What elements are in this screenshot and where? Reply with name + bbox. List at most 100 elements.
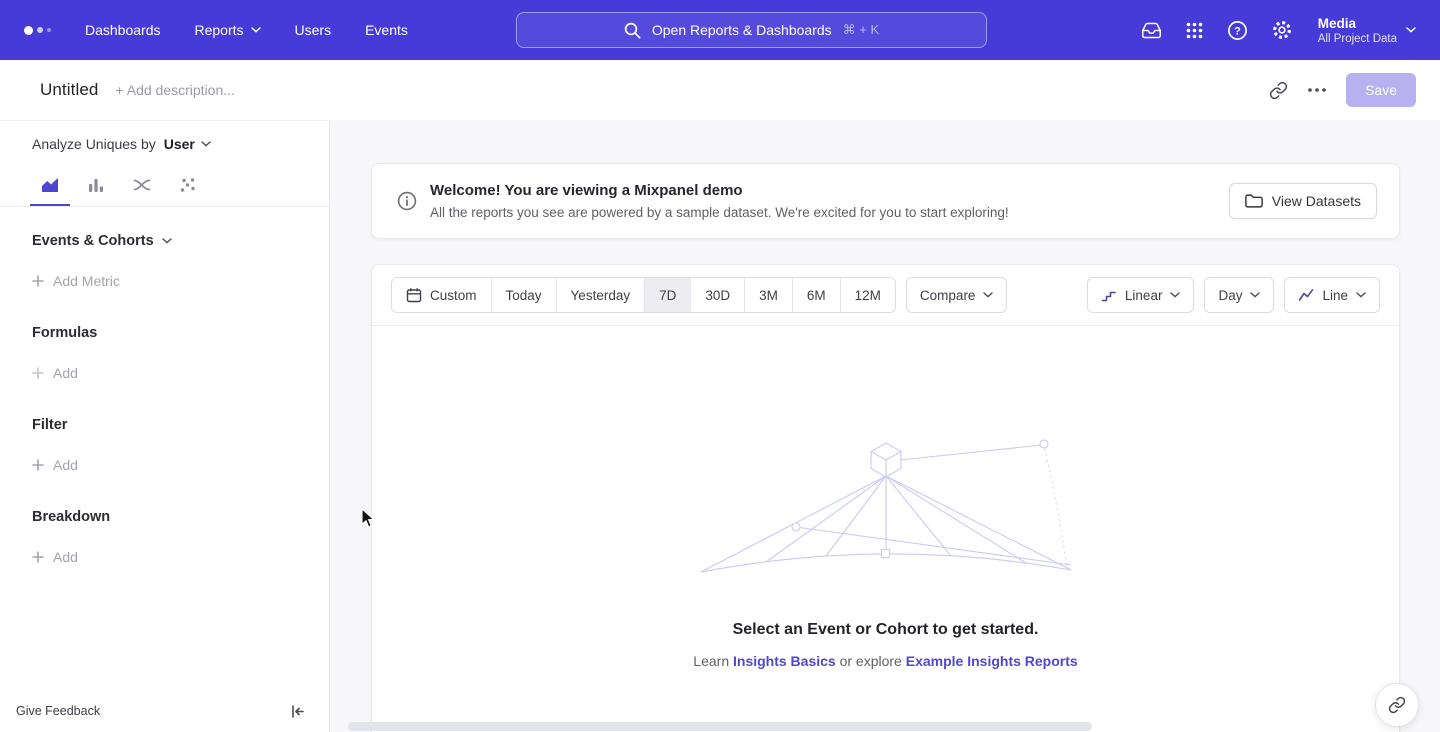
scale-dropdown[interactable]: Linear bbox=[1087, 277, 1195, 313]
chevron-down-icon bbox=[1170, 292, 1180, 298]
add-metric-label: Add Metric bbox=[53, 273, 120, 289]
query-builder-sidebar: Analyze Uniques by User Events & Cohorts… bbox=[0, 120, 330, 732]
report-title[interactable]: Untitled bbox=[40, 80, 98, 100]
chevron-down-icon bbox=[162, 238, 172, 244]
range-today[interactable]: Today bbox=[491, 278, 556, 312]
share-link-fab[interactable] bbox=[1375, 683, 1419, 727]
add-formula-button[interactable]: Add bbox=[32, 365, 78, 381]
add-filter-button[interactable]: Add bbox=[32, 457, 78, 473]
chart-type-dropdown[interactable]: Line bbox=[1284, 277, 1380, 313]
compare-label: Compare bbox=[920, 288, 976, 303]
range-6m[interactable]: 6M bbox=[792, 278, 840, 312]
project-switcher-labels: Media All Project Data bbox=[1318, 15, 1397, 46]
analyze-by-dropdown[interactable]: User bbox=[164, 136, 211, 152]
top-navbar: Dashboards Reports Users Events Open Rep… bbox=[0, 0, 1440, 60]
gear-icon bbox=[1271, 19, 1293, 41]
add-metric-button[interactable]: Add Metric bbox=[32, 273, 120, 289]
empty-state-body: Learn Insights Basics or explore Example… bbox=[372, 653, 1399, 669]
report-header: Untitled + Add description... Save bbox=[0, 60, 1440, 120]
search-placeholder: Open Reports & Dashboards bbox=[652, 22, 832, 38]
range-yesterday[interactable]: Yesterday bbox=[556, 278, 645, 312]
link-icon bbox=[1388, 696, 1406, 714]
inbox-button[interactable] bbox=[1141, 20, 1162, 41]
line-chart-icon bbox=[1298, 288, 1314, 302]
events-cohorts-title: Events & Cohorts bbox=[32, 233, 154, 249]
chart-type-tabs bbox=[0, 166, 329, 207]
add-filter-label: Add bbox=[53, 457, 78, 473]
learn-prefix: Learn bbox=[693, 653, 733, 669]
search-icon bbox=[624, 22, 641, 39]
date-range-segmented-control: Custom Today Yesterday 7D 30D 3M 6M 12M bbox=[391, 277, 896, 313]
bar-chart-icon bbox=[87, 176, 105, 194]
compare-dropdown[interactable]: Compare bbox=[906, 277, 1008, 313]
chevron-down-icon bbox=[983, 292, 993, 298]
area-chart-icon bbox=[41, 176, 59, 194]
range-30d[interactable]: 30D bbox=[690, 278, 744, 312]
empty-state: Select an Event or Cohort to get started… bbox=[372, 326, 1399, 669]
chevron-down-icon bbox=[1356, 292, 1366, 298]
plus-icon bbox=[32, 275, 44, 287]
logo-dot bbox=[37, 27, 43, 33]
collapse-sidebar-button[interactable] bbox=[290, 704, 305, 719]
apps-grid-button[interactable] bbox=[1185, 21, 1204, 40]
view-datasets-label: View Datasets bbox=[1272, 193, 1361, 209]
more-options-button[interactable] bbox=[1308, 88, 1326, 92]
range-3m[interactable]: 3M bbox=[744, 278, 792, 312]
plus-icon bbox=[32, 459, 44, 471]
demo-welcome-banner: Welcome! You are viewing a Mixpanel demo… bbox=[371, 163, 1400, 239]
horizontal-scrollbar[interactable] bbox=[348, 722, 1092, 731]
example-reports-link[interactable]: Example Insights Reports bbox=[906, 653, 1078, 669]
chart-controls: Linear Day Line bbox=[1087, 277, 1380, 313]
add-formula-label: Add bbox=[53, 365, 78, 381]
tab-flow-chart[interactable] bbox=[122, 166, 162, 206]
granularity-dropdown[interactable]: Day bbox=[1204, 277, 1274, 313]
nav-users[interactable]: Users bbox=[295, 22, 332, 38]
nav-dashboards[interactable]: Dashboards bbox=[85, 22, 161, 38]
scatter-chart-icon bbox=[179, 176, 197, 194]
info-icon bbox=[397, 191, 417, 211]
save-button[interactable]: Save bbox=[1346, 73, 1416, 107]
add-description-field[interactable]: + Add description... bbox=[115, 82, 234, 98]
chart-type-label: Line bbox=[1322, 288, 1348, 303]
report-toolbar: Custom Today Yesterday 7D 30D 3M 6M 12M … bbox=[372, 265, 1399, 326]
insights-report-card: Custom Today Yesterday 7D 30D 3M 6M 12M … bbox=[371, 264, 1400, 732]
chevron-down-icon bbox=[1250, 292, 1260, 298]
give-feedback-link[interactable]: Give Feedback bbox=[16, 704, 100, 718]
plus-icon bbox=[32, 551, 44, 563]
nav-reports-label: Reports bbox=[195, 22, 244, 38]
project-scope: All Project Data bbox=[1318, 32, 1397, 46]
events-cohorts-section-toggle[interactable]: Events & Cohorts bbox=[32, 233, 172, 249]
view-datasets-button[interactable]: View Datasets bbox=[1229, 183, 1377, 219]
mixpanel-logo[interactable] bbox=[24, 26, 51, 35]
range-custom[interactable]: Custom bbox=[392, 278, 491, 312]
link-icon bbox=[1269, 81, 1288, 100]
empty-state-title: Select an Event or Cohort to get started… bbox=[372, 621, 1399, 639]
help-icon: ? bbox=[1227, 20, 1248, 41]
chevron-down-icon bbox=[1406, 27, 1416, 33]
sidebar-footer: Give Feedback bbox=[0, 690, 329, 732]
copy-link-button[interactable] bbox=[1269, 81, 1288, 100]
tab-bar-chart[interactable] bbox=[76, 166, 116, 206]
analyze-label: Analyze Uniques by bbox=[32, 136, 156, 152]
chevron-down-icon bbox=[201, 141, 211, 147]
tab-insights-chart[interactable] bbox=[30, 166, 70, 206]
primary-nav: Dashboards Reports Users Events bbox=[85, 22, 408, 38]
range-custom-label: Custom bbox=[430, 288, 477, 303]
settings-button[interactable] bbox=[1271, 19, 1293, 41]
nav-events[interactable]: Events bbox=[365, 22, 408, 38]
filter-section-title: Filter bbox=[32, 417, 329, 433]
calendar-icon bbox=[406, 287, 422, 303]
range-7d[interactable]: 7D bbox=[644, 278, 690, 312]
main-content: Welcome! You are viewing a Mixpanel demo… bbox=[331, 120, 1440, 732]
apps-grid-icon bbox=[1185, 21, 1204, 40]
granularity-label: Day bbox=[1218, 288, 1242, 303]
tab-scatter-chart[interactable] bbox=[168, 166, 208, 206]
global-search-bar[interactable]: Open Reports & Dashboards ⌘ + K bbox=[516, 12, 987, 48]
range-12m[interactable]: 12M bbox=[840, 278, 895, 312]
nav-reports[interactable]: Reports bbox=[195, 22, 261, 38]
help-button[interactable]: ? bbox=[1227, 20, 1248, 41]
project-switcher[interactable]: Media All Project Data bbox=[1318, 15, 1416, 46]
insights-basics-link[interactable]: Insights Basics bbox=[733, 653, 836, 669]
mixpanel-insights-page: { "navbar": { "items": [ { "label": "Das… bbox=[0, 0, 1440, 732]
add-breakdown-button[interactable]: Add bbox=[32, 549, 78, 565]
